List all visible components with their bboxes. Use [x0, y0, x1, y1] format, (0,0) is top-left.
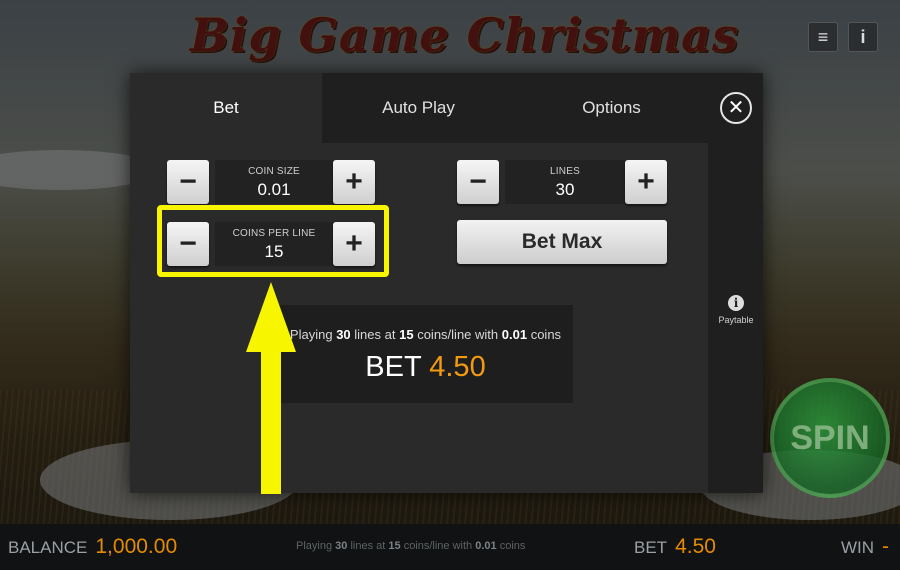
bet-summary-panel: Playing 30 lines at 15 coins/line with 0…	[278, 305, 573, 403]
bottom-status-bar: BALANCE 1,000.00 Playing 30 lines at 15 c…	[0, 524, 900, 570]
annotation-arrow	[246, 282, 296, 494]
summary-text: lines at	[354, 327, 396, 342]
tab-bar: Bet Auto Play Options	[130, 73, 708, 143]
lines-stepper: − LINES 30 +	[457, 160, 667, 204]
info-text: lines at	[350, 540, 386, 552]
win-value: -	[882, 535, 890, 558]
bet-tab-content: − COIN SIZE 0.01 + − COINS PER LINE 15 +…	[130, 143, 708, 493]
info-text: coins/line with	[403, 540, 473, 552]
total-bet-value: 4.50	[429, 351, 486, 383]
info-coins: 15	[388, 540, 401, 552]
summary-coins: 15	[399, 327, 414, 342]
coin-size-minus-button[interactable]: −	[167, 160, 209, 204]
info-lines: 30	[335, 540, 348, 552]
close-icon[interactable]: ✕	[720, 92, 752, 124]
summary-text: Playing	[289, 327, 333, 342]
summary-text: coins	[530, 327, 562, 342]
dialog-side-panel: i Paytable	[708, 143, 763, 493]
coin-size-label: COIN SIZE	[248, 166, 300, 177]
summary-lines: 30	[336, 327, 351, 342]
lines-value: 30	[555, 180, 575, 199]
info-coin-size: 0.01	[475, 540, 497, 552]
annotation-highlight-box	[157, 205, 389, 277]
total-bet: BET 4.50	[278, 351, 573, 384]
bottom-bet-info: Playing 30 lines at 15 coins/line with 0…	[296, 540, 525, 552]
balance-label: BALANCE	[8, 538, 88, 557]
balance-value: 1,000.00	[95, 535, 178, 558]
total-bet-label: BET	[365, 351, 422, 383]
spin-label: SPIN	[790, 418, 870, 457]
bet-settings-dialog: Bet Auto Play Options ✕ − COIN SIZE 0.01…	[130, 73, 763, 493]
summary-text: coins/line with	[417, 327, 499, 342]
info-text: Playing	[296, 540, 333, 552]
bet-label: BET	[634, 538, 668, 557]
tab-options[interactable]: Options	[515, 73, 708, 143]
coin-size-plus-button[interactable]: +	[333, 160, 375, 204]
tab-bet[interactable]: Bet	[130, 73, 322, 143]
paytable-button[interactable]: i Paytable	[716, 295, 756, 325]
lines-plus-button[interactable]: +	[625, 160, 667, 204]
bet-group: BET 4.50	[634, 535, 716, 559]
lines-label: LINES	[550, 166, 580, 177]
bet-max-button[interactable]: Bet Max	[457, 220, 667, 264]
coin-size-display: COIN SIZE 0.01	[215, 160, 333, 204]
summary-coin-size: 0.01	[501, 327, 528, 342]
lines-minus-button[interactable]: −	[457, 160, 499, 204]
top-right-controls: ≡ i	[808, 22, 878, 52]
coin-size-stepper: − COIN SIZE 0.01 +	[167, 160, 375, 204]
info-text: coins	[499, 540, 526, 552]
bet-summary-text: Playing 30 lines at 15 coins/line with 0…	[278, 327, 573, 342]
spin-button[interactable]: SPIN	[770, 378, 890, 498]
win-label: WIN	[841, 538, 875, 557]
paytable-label: Paytable	[718, 315, 754, 325]
paytable-info-icon: i	[728, 295, 744, 311]
win-group: WIN -	[841, 535, 889, 559]
tab-auto-play[interactable]: Auto Play	[322, 73, 515, 143]
balance-group: BALANCE 1,000.00	[8, 535, 177, 559]
menu-icon[interactable]: ≡	[808, 22, 838, 52]
info-icon[interactable]: i	[848, 22, 878, 52]
lines-display: LINES 30	[505, 160, 625, 204]
coin-size-value: 0.01	[257, 180, 291, 199]
bet-value: 4.50	[675, 535, 716, 558]
